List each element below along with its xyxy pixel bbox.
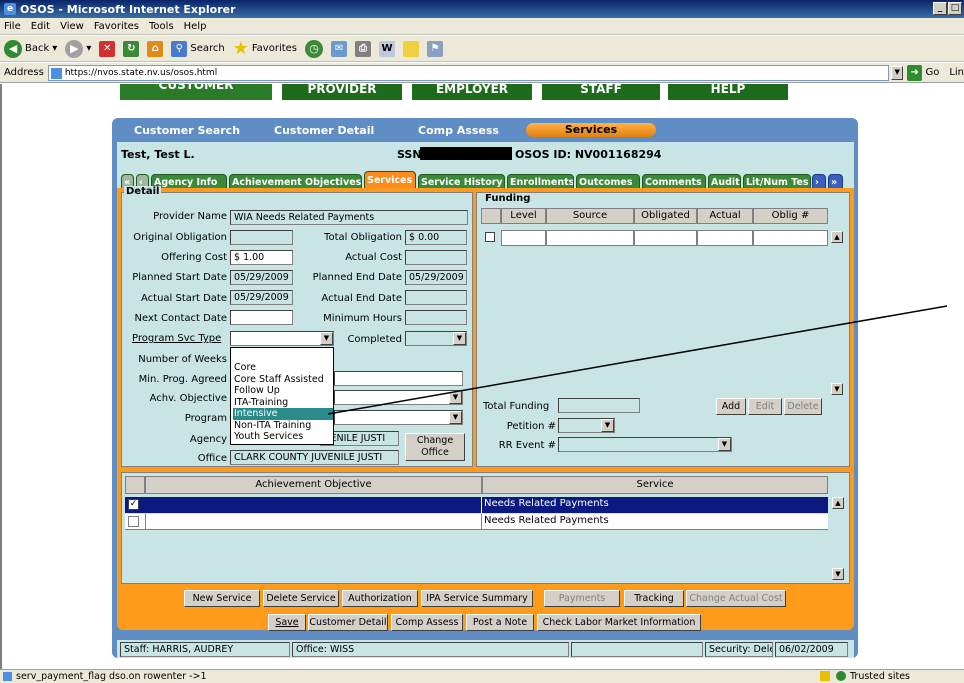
status-text: serv_payment_flag dso.on rowenter ->1 [16, 671, 207, 682]
security-zone: Trusted sites [850, 671, 911, 682]
trusted-check-icon [836, 671, 846, 681]
lock-icon [820, 671, 830, 681]
annotation-arrow [327, 305, 948, 415]
status-bar: serv_payment_flag dso.on rowenter ->1 Tr… [0, 669, 964, 683]
page-icon [3, 672, 12, 681]
